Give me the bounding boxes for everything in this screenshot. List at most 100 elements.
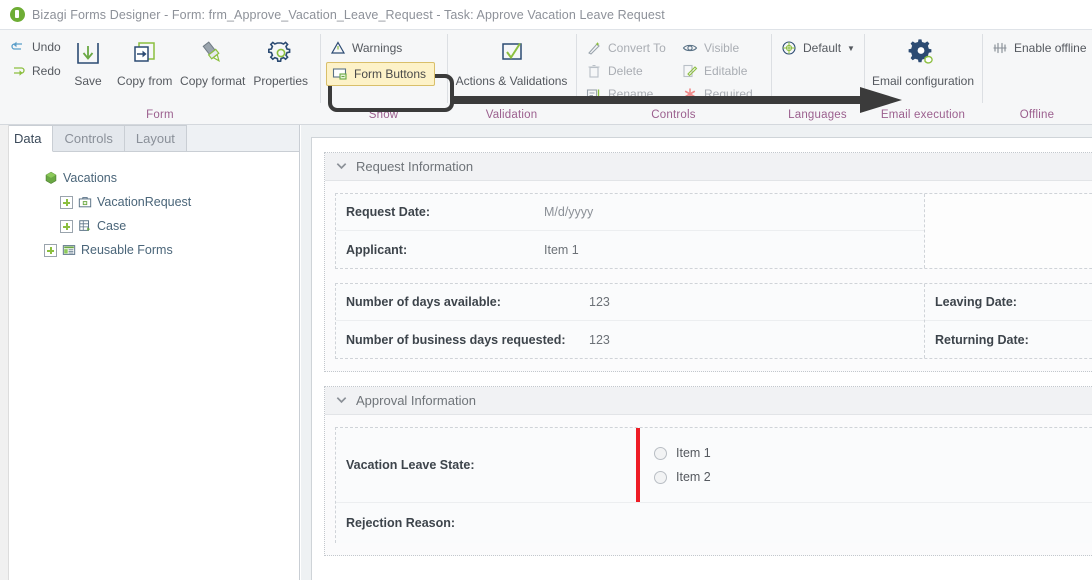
field-value[interactable]: 123	[589, 295, 610, 309]
chevron-down-icon[interactable]	[335, 394, 348, 407]
form-sheet: Request Information Request Date: M/d/yy…	[311, 137, 1092, 580]
ribbon-group-languages: Default ▼ Languages	[771, 30, 864, 124]
ribbon-group-form: Undo Redo Save Copy from Copy format Pro…	[0, 30, 320, 124]
enable-offline-label: Enable offline	[1014, 41, 1087, 55]
rename-icon	[586, 89, 600, 99]
tab-layout[interactable]: Layout	[123, 125, 187, 151]
field-row-applicant: Applicant: Item 1	[336, 231, 924, 268]
enable-offline-toggle[interactable]: Enable offline	[988, 39, 1088, 57]
approval-field-block: Vacation Leave State: Item 1 Item 2 Reje…	[335, 427, 1092, 543]
properties-label: Properties	[253, 74, 309, 88]
radio-option-item-2[interactable]: Item 2	[654, 470, 711, 484]
default-language-dropdown[interactable]: Default ▼	[777, 39, 858, 57]
ribbon-group-validation: Actions & Validations Validation	[447, 30, 576, 124]
section-title: Approval Information	[356, 393, 476, 408]
ribbon-group-label-languages: Languages	[788, 109, 847, 121]
convert-to-button[interactable]: Convert To	[582, 39, 678, 57]
form-buttons-icon	[332, 68, 347, 80]
section-approval-information: Approval Information Vacation Leave Stat…	[324, 386, 1092, 556]
reusable-forms-icon	[62, 245, 76, 255]
entity-icon	[78, 197, 92, 208]
delete-label: Delete	[608, 64, 643, 78]
field-value[interactable]: M/d/yyyy	[544, 205, 593, 219]
field-row-rejection-reason: Rejection Reason:	[336, 503, 1092, 543]
radio-button-icon[interactable]	[654, 470, 667, 484]
warnings-toggle[interactable]: Warnings	[326, 39, 435, 57]
default-language-label: Default	[803, 41, 842, 55]
field-label: Rejection Reason:	[346, 516, 456, 530]
field-value[interactable]: Item 1	[544, 243, 579, 257]
warning-triangle-icon	[330, 41, 346, 54]
convert-to-icon	[588, 42, 600, 55]
explorer-tabstrip: Data Controls Layout	[0, 125, 299, 152]
email-configuration-label: Email configuration	[871, 74, 975, 88]
properties-button[interactable]: Properties	[247, 34, 314, 88]
radio-option-item-1[interactable]: Item 1	[654, 446, 711, 460]
tab-data[interactable]: Data	[2, 125, 54, 152]
save-button[interactable]: Save	[65, 34, 112, 88]
field-row-days-available: Number of days available: 123	[336, 284, 924, 321]
ribbon-group-label-offline: Offline	[1019, 109, 1055, 121]
field-label: Number of days available:	[346, 295, 501, 309]
field-value[interactable]: 123	[589, 333, 610, 347]
redo-label: Redo	[32, 64, 61, 78]
expander-icon[interactable]	[60, 219, 73, 233]
delete-button[interactable]: Delete	[582, 62, 678, 80]
editable-toggle[interactable]: Editable	[678, 62, 768, 80]
copy-format-label: Copy format	[180, 74, 246, 88]
field-block-2: Number of days available: 123 Number of …	[335, 283, 1092, 359]
title-bar: Bizagi Forms Designer - Form: frm_Approv…	[0, 0, 1092, 30]
redo-button[interactable]: Redo	[6, 62, 65, 80]
radio-option-label: Item 1	[676, 446, 711, 460]
tab-controls[interactable]: Controls	[52, 125, 125, 151]
ribbon-group-label-validation: Validation	[485, 109, 538, 121]
section-header-request-information[interactable]: Request Information	[325, 153, 1092, 181]
data-tree: Vacations VacationRequest Case Reusable …	[0, 152, 299, 262]
warnings-label: Warnings	[352, 41, 403, 55]
editable-pencil-icon	[683, 64, 698, 78]
expander-icon[interactable]	[60, 195, 73, 209]
visible-toggle[interactable]: Visible	[678, 39, 768, 57]
actions-validations-button[interactable]: Actions & Validations	[455, 34, 568, 88]
chevron-down-icon[interactable]	[335, 160, 348, 173]
window-title: Bizagi Forms Designer - Form: frm_Approv…	[32, 7, 665, 22]
form-canvas: Request Information Request Date: M/d/yy…	[301, 125, 1092, 580]
field-row-returning-date: Returning Date:	[925, 321, 1092, 358]
tree-item-vacationrequest[interactable]: VacationRequest	[0, 190, 299, 214]
tree-item-case[interactable]: Case	[0, 214, 299, 238]
email-configuration-button[interactable]: Email configuration	[870, 34, 976, 88]
copy-from-button[interactable]: Copy from	[111, 34, 178, 88]
copy-format-button[interactable]: Copy format	[178, 34, 247, 88]
rename-button[interactable]: Rename	[582, 85, 678, 103]
undo-button[interactable]: Undo	[6, 38, 65, 56]
field-label: Leaving Date:	[935, 295, 1017, 309]
email-config-gear-icon	[908, 39, 933, 64]
tree-item-vacations[interactable]: Vacations	[0, 166, 299, 190]
required-toggle[interactable]: Required	[678, 85, 768, 103]
bizagi-logo-icon	[10, 7, 25, 22]
application-window: Bizagi Forms Designer - Form: frm_Approv…	[0, 0, 1092, 580]
left-edge-scroll-strip[interactable]	[0, 125, 9, 580]
visible-label: Visible	[704, 41, 740, 55]
field-column-left: Number of days available: 123 Number of …	[336, 284, 924, 358]
expander-icon[interactable]	[44, 243, 57, 257]
form-buttons-toggle[interactable]: Form Buttons	[326, 62, 436, 86]
copy-from-label: Copy from	[117, 74, 173, 88]
controls-column-a: Convert To Delete Rename	[582, 34, 678, 103]
enable-offline-icon	[993, 42, 1007, 54]
globe-icon	[782, 41, 796, 55]
ribbon-group-label-form: Form	[146, 109, 174, 121]
field-column-left: Request Date: M/d/yyyy Applicant: Item 1	[336, 194, 924, 268]
required-label: Required	[704, 87, 753, 101]
required-asterisk-icon	[684, 88, 696, 100]
section-request-information: Request Information Request Date: M/d/yy…	[324, 152, 1092, 372]
copy-from-icon	[133, 42, 155, 62]
section-header-approval-information[interactable]: Approval Information	[325, 387, 1092, 415]
tree-item-reusable-forms[interactable]: Reusable Forms	[0, 238, 299, 262]
radio-group-vacation-leave-state: Item 1 Item 2	[636, 428, 1092, 502]
actions-validations-label: Actions & Validations	[455, 74, 568, 88]
undo-label: Undo	[32, 40, 61, 54]
form-buttons-label: Form Buttons	[354, 67, 427, 81]
tree-label: Reusable Forms	[81, 243, 173, 257]
radio-button-icon[interactable]	[654, 446, 667, 460]
